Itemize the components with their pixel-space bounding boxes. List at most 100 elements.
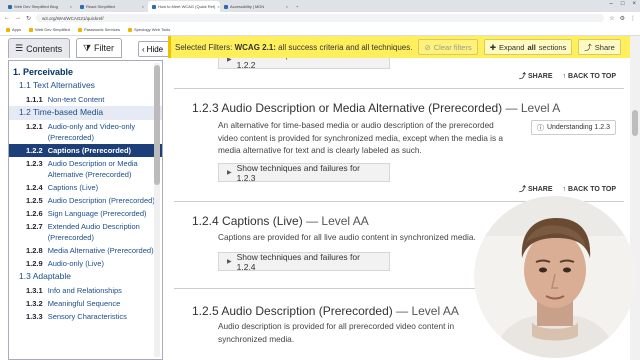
section-title-1-2-3: 1.2.3 Audio Description or Media Alterna…	[192, 101, 561, 115]
show-techniques-1-2-2-button[interactable]: ▶Show techniques and failures for 1.2.2	[218, 58, 390, 70]
section-title-1-2-5: 1.2.5 Audio Description (Prerecorded) — …	[192, 304, 459, 318]
section-title-1-2-4: 1.2.4 Captions (Live) — Level AA	[192, 214, 369, 228]
toc-criterion-number: 1.3.2	[26, 299, 43, 308]
toc-principle[interactable]: 1. Perceivable	[9, 65, 162, 79]
info-icon: ⓘ	[536, 124, 544, 132]
toc-criterion-label: Audio Description (Prerecorded)	[47, 196, 155, 205]
folder-icon	[77, 27, 82, 32]
browser-tab[interactable]: Web Dev Simplified Blog ×	[4, 1, 76, 12]
presenter-video-image	[474, 196, 636, 358]
toc-criterion-number: 1.2.7	[26, 222, 43, 231]
page-scroll-thumb[interactable]	[632, 110, 638, 136]
expand-all-button[interactable]: ✚ Expand all sections	[483, 39, 573, 55]
maximize-icon[interactable]: □	[621, 1, 625, 7]
bookmark-item[interactable]: Apps	[6, 27, 21, 32]
toc-criterion-label: Extended Audio Description (Prerecorded)	[47, 222, 140, 242]
toc-criterion[interactable]: 1.3.3 Sensory Characteristics	[9, 310, 162, 323]
menu-icon[interactable]: ⋮	[630, 15, 636, 22]
star-icon[interactable]: ☆	[609, 15, 614, 22]
window-controls: – □ ×	[610, 1, 636, 7]
toc-criterion-number: 1.2.5	[26, 196, 43, 205]
toc-criterion-label: Meaningful Sequence	[47, 299, 121, 308]
close-window-icon[interactable]: ×	[632, 1, 636, 7]
close-tab-icon[interactable]: ×	[70, 4, 72, 9]
toc-guideline[interactable]: 1.1 Text Alternatives	[9, 79, 162, 93]
back-icon[interactable]: ←	[4, 15, 10, 21]
bookmark-item[interactable]: Speology Web Tools	[127, 27, 170, 32]
toc-criterion-label: Captions (Live)	[47, 183, 99, 192]
tab-filter[interactable]: ⧩ Filter	[76, 38, 122, 58]
toc-criterion-number: 1.2.1	[26, 122, 43, 131]
toc-scroll-thumb[interactable]	[154, 65, 160, 185]
arrow-up-icon: ↑	[562, 185, 567, 193]
favicon-icon	[224, 4, 228, 9]
share-link[interactable]: ⤴ SHARE	[519, 71, 553, 81]
show-techniques-1-2-4-button[interactable]: ▶ Show techniques and failures for 1.2.4	[218, 252, 390, 272]
reload-icon[interactable]: ↻	[26, 15, 31, 22]
share-icon: ⤴	[584, 42, 592, 52]
share-row: ⤴ SHARE ↑ BACK TO TOP	[519, 71, 616, 81]
sidebar-tabs: ☰ Contents ⧩ Filter ‹ Hide	[0, 36, 170, 60]
clear-icon: ⊘	[424, 42, 431, 52]
favicon-icon	[152, 4, 156, 9]
section-body-1-2-5: Audio description is provided for all pr…	[218, 321, 455, 344]
close-tab-icon[interactable]: ×	[286, 4, 288, 9]
toc-criterion-number: 1.2.8	[26, 246, 43, 255]
browser-tab[interactable]: Accessibility | MDN ×	[220, 1, 292, 12]
browser-tab-strip: Web Dev Simplified Blog × React Simplifie…	[0, 0, 640, 12]
clear-filters-button[interactable]: ⊘ Clear filters	[418, 39, 478, 55]
toc-criterion-label: Sign Language (Prerecorded)	[47, 209, 147, 218]
toc-guideline[interactable]: 1.2 Time-based Media	[9, 106, 162, 120]
tab-contents[interactable]: ☰ Contents	[8, 38, 70, 58]
hide-sidebar-button[interactable]: ‹ Hide	[138, 41, 170, 57]
toc-criterion-number: 1.2.4	[26, 183, 43, 192]
page-scrollbar[interactable]	[630, 36, 640, 360]
bookmark-item[interactable]: Passwords Services	[77, 27, 120, 32]
toc-criterion[interactable]: 1.2.9 Audio-only (Live)	[9, 257, 162, 270]
toc-scrollbar[interactable]	[154, 63, 160, 357]
toc-criterion[interactable]: 1.2.6 Sign Language (Prerecorded)	[9, 207, 162, 220]
toc-criterion-number: 1.3.3	[26, 312, 43, 321]
browser-tab-active[interactable]: How to Meet WCAG (Quick Ref) ×	[148, 1, 220, 12]
selected-filters-bar: Selected Filters: WCAG 2.1: all success …	[168, 36, 630, 58]
share-link[interactable]: ⤴ SHARE	[519, 184, 553, 194]
toc-criterion[interactable]: 1.3.1 Info and Relationships	[9, 284, 162, 297]
share-row: ⤴ SHARE ↑ BACK TO TOP	[519, 184, 616, 194]
toc-criterion[interactable]: 1.2.7 Extended Audio Description (Prereco…	[9, 220, 162, 244]
table-of-contents: 1. Perceivable 1.1 Text Alternatives 1.1.1…	[8, 60, 163, 360]
section-body-1-2-4: Captions are provided for all live audio…	[218, 232, 476, 242]
toc-criterion[interactable]: 1.2.5 Audio Description (Prerecorded)	[9, 194, 162, 207]
back-to-top-link[interactable]: ↑ BACK TO TOP	[563, 184, 616, 194]
triangle-right-icon: ▶	[227, 170, 232, 176]
toc-criterion[interactable]: 1.2.1 Audio-only and Video-only (Prerecor…	[9, 120, 162, 144]
sidebar: ☰ Contents ⧩ Filter ‹ Hide 1. Perceivable 1.…	[0, 36, 170, 360]
close-tab-icon[interactable]: ×	[142, 4, 144, 9]
forward-icon[interactable]: →	[15, 15, 21, 21]
toc-criterion[interactable]: 1.3.2 Meaningful Sequence	[9, 297, 162, 310]
share-button[interactable]: ⤴ Share	[578, 39, 621, 55]
minimize-icon[interactable]: –	[610, 1, 613, 7]
bookmark-item[interactable]: Web Dev Simplified	[29, 27, 70, 32]
folder-icon	[127, 27, 132, 32]
toc-criterion[interactable]: 1.2.3 Audio Description or Media Alternat…	[9, 157, 162, 181]
apps-icon	[6, 27, 10, 32]
browser-tab[interactable]: React Simplified ×	[76, 1, 148, 12]
webcam-overlay	[474, 196, 636, 358]
extensions-icon[interactable]: ⚙	[620, 15, 625, 22]
url-field[interactable]: w3.org/WAI/WCAG21/quickref/	[36, 14, 605, 22]
toc-criterion-label: Sensory Characteristics	[47, 312, 127, 321]
back-to-top-link[interactable]: ↑ BACK TO TOP	[563, 71, 616, 81]
understanding-1-2-3-link[interactable]: ⓘ Understanding 1.2.3	[530, 120, 616, 135]
toc-criterion[interactable]: 1.1.1 Non-text Content	[9, 93, 162, 106]
toc-criterion[interactable]: 1.2.8 Media Alternative (Prerecorded)	[9, 244, 162, 257]
filter-summary: Selected Filters: WCAG 2.1: all success …	[175, 42, 413, 52]
toc-guideline[interactable]: 1.3 Adaptable	[9, 270, 162, 284]
section-body-1-2-3: An alternative for time-based media or a…	[218, 120, 504, 155]
new-tab-button[interactable]: +	[292, 1, 302, 12]
show-techniques-1-2-3-button[interactable]: ▶ Show techniques and failures for 1.2.3	[218, 163, 390, 183]
toc-criterion[interactable]: 1.2.4 Captions (Live)	[9, 181, 162, 194]
toc-criterion-label: Audio-only and Video-only (Prerecorded)	[47, 122, 136, 142]
toc-criterion-number: 1.2.6	[26, 209, 43, 218]
toc-criterion-active[interactable]: 1.2.2 Captions (Prerecorded)	[9, 144, 162, 157]
arrow-up-icon: ↑	[562, 72, 567, 80]
